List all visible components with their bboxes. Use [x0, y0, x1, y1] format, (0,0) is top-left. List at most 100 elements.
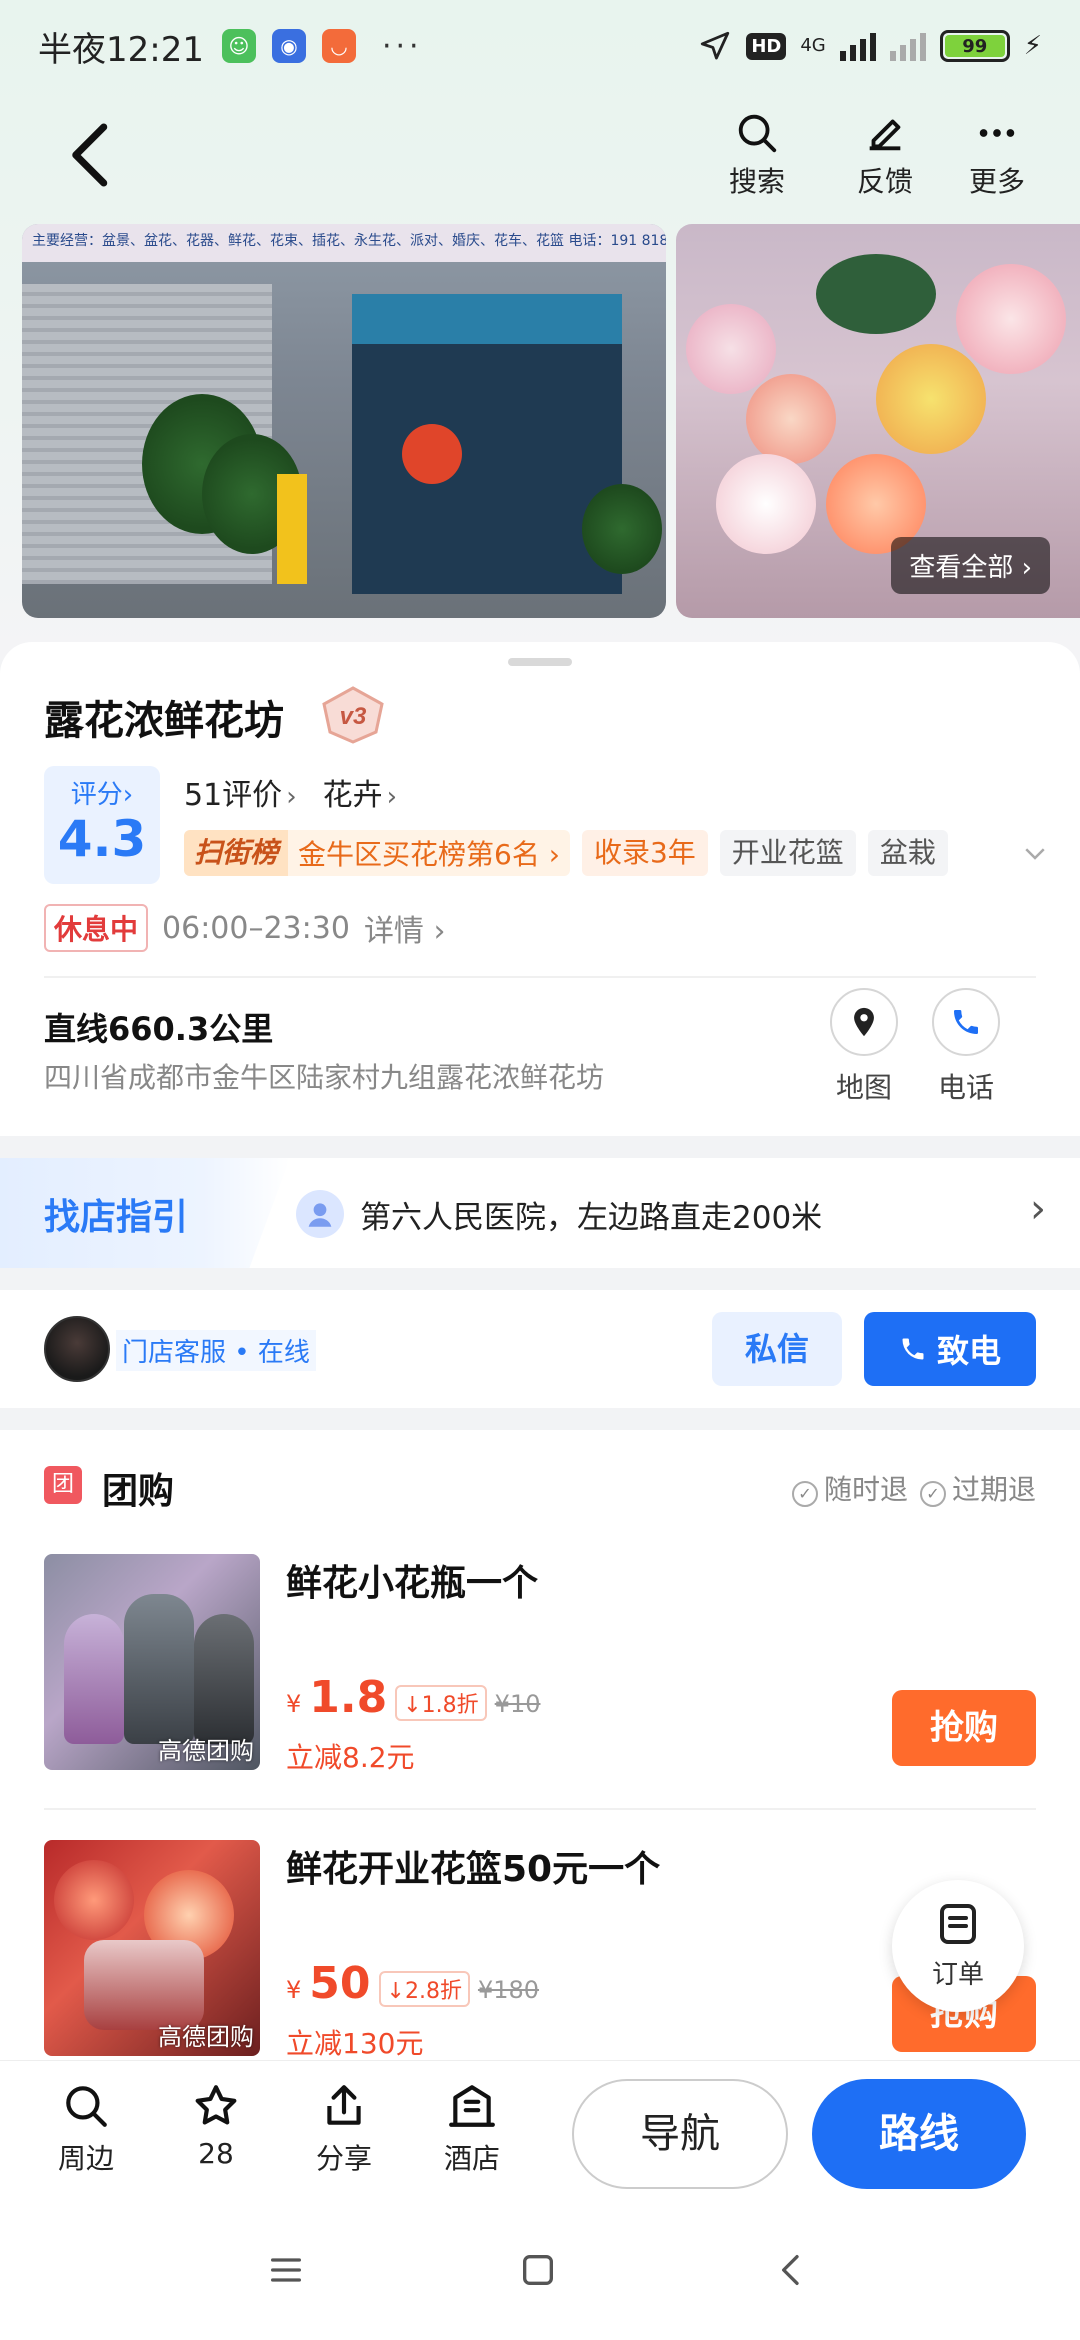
battery-icon: 99	[939, 30, 1010, 62]
meta-row: 51评价 › 花卉 ›	[184, 770, 397, 814]
store-guide[interactable]: 找店指引 第六人民医院，左边路直走200米 ›	[0, 1158, 1080, 1268]
guide-tab-label: 找店指引	[44, 1197, 189, 1238]
reviews-link[interactable]: 51评价 ›	[184, 770, 297, 814]
discount-badge: ↓1.8折	[395, 1685, 487, 1721]
flower-bouquet	[956, 264, 1066, 374]
status-bar: 半夜12:21 ☺ ◉ ◡ ··· HD 4G 99 ⚡	[0, 0, 1080, 92]
flower-bouquet	[876, 344, 986, 454]
menu-icon[interactable]	[266, 2250, 306, 2290]
order-list-icon	[940, 1904, 976, 1944]
home-icon[interactable]	[518, 2250, 558, 2290]
guide-tab: 找店指引	[0, 1158, 290, 1268]
level-badge-icon: v3	[322, 686, 384, 744]
nearby-label: 周边	[57, 2142, 114, 2175]
order-fab-button[interactable]: 订单	[892, 1880, 1024, 2012]
navigate-button[interactable]: 导航	[572, 2079, 788, 2189]
share-label: 分享	[315, 2142, 372, 2175]
watermark: 高德团购	[158, 1737, 254, 1765]
shop-sign: 主要经营：盆景、盆花、花器、鲜花、花束、插花、永生花、派对、婚庆、花车、花篮 电…	[22, 224, 666, 262]
network-type: 4G	[800, 35, 826, 56]
discount-text: 1.8折	[421, 1693, 479, 1718]
distance: 直线660.3公里	[44, 1010, 274, 1048]
hotel-button[interactable]: 酒店	[422, 2081, 522, 2177]
search-button[interactable]: 搜索	[702, 110, 812, 200]
back-icon[interactable]	[58, 120, 118, 190]
opening-hours: 06:00–23:30	[162, 910, 350, 946]
flower-bouquet	[686, 304, 776, 394]
deal-item[interactable]: 高德团购 鲜花小花瓶一个 ¥ 1.8 ↓1.8折 ¥10 立减8.2元 抢购	[44, 1554, 1036, 1774]
tag-opening-basket: 开业花篮	[719, 830, 856, 876]
deal-item[interactable]: 高德团购 鲜花开业花篮50元一个 ¥ 50 ↓2.8折 ¥180 立减130元 …	[44, 1840, 1036, 2060]
tag-potted: 盆栽	[867, 830, 948, 876]
savings: 立减8.2元	[286, 1741, 415, 1774]
search-label: 搜索	[728, 165, 785, 198]
view-all-photos-button[interactable]: 查看全部 ›	[891, 537, 1050, 594]
drag-handle[interactable]	[508, 658, 572, 666]
status-badge: 休息中	[44, 904, 149, 952]
guide-avatar-icon	[296, 1190, 344, 1238]
curtain-green	[816, 254, 936, 334]
feedback-label: 反馈	[856, 165, 913, 198]
policy-anytime: 随时退	[823, 1473, 908, 1506]
hours-row: 休息中 06:00–23:30 详情 ›	[44, 904, 445, 952]
chevron-down-icon[interactable]	[1020, 838, 1050, 868]
app-notification-icon: ◉	[271, 29, 306, 63]
deal-price: 1.8	[309, 1672, 388, 1723]
bottom-action-bar: 周边 28 分享 酒店 导航 路线	[0, 2060, 1080, 2206]
location-arrow-icon	[701, 31, 730, 60]
address[interactable]: 四川省成都市金牛区陆家村九组露花浓鲜花坊	[44, 1056, 604, 1096]
storefront-photo[interactable]: 主要经营：盆景、盆花、花器、鲜花、花束、插花、永生花、派对、婚庆、花车、花篮 电…	[22, 224, 666, 618]
category-label: 花卉	[322, 778, 383, 813]
share-icon	[327, 2085, 361, 2125]
phone-button[interactable]: 电话	[906, 988, 1026, 1106]
original-price: ¥10	[494, 1690, 541, 1718]
hd-badge: HD	[746, 32, 787, 60]
discount-badge: ↓2.8折	[378, 1971, 470, 2007]
deal-title: 鲜花小花瓶一个	[286, 1563, 539, 1604]
score-box[interactable]: 评分› 4.3	[44, 766, 160, 884]
search-icon	[738, 114, 777, 153]
customer-service-row: 门店客服 • 在线 私信 致电	[0, 1290, 1080, 1408]
avatar[interactable]	[44, 1316, 110, 1382]
deal-image-vase: 高德团购	[44, 1554, 260, 1770]
shop-curtain	[352, 294, 622, 344]
customer-service-label[interactable]: 门店客服 • 在线	[116, 1330, 316, 1371]
search-icon	[66, 2086, 107, 2127]
wechat-icon: ☺	[221, 29, 256, 63]
more-button[interactable]: 更多	[942, 110, 1052, 200]
reviews-count: 51评价	[184, 778, 283, 813]
private-message-button[interactable]: 私信	[712, 1312, 842, 1386]
divider	[44, 1808, 1036, 1810]
buy-button[interactable]: 抢购	[892, 1690, 1036, 1766]
chevron-right-icon: ›	[386, 782, 397, 812]
feedback-button[interactable]: 反馈	[830, 110, 940, 200]
shop-name: 露花浓鲜花坊	[44, 698, 284, 744]
deal-title: 鲜花开业花篮50元一个	[286, 1849, 661, 1890]
more-label: 更多	[968, 165, 1025, 198]
category-link[interactable]: 花卉 ›	[323, 770, 397, 814]
more-icon	[979, 129, 1015, 137]
hours-details-link[interactable]: 详情 ›	[364, 906, 446, 950]
flower-bouquet	[402, 424, 462, 484]
watermark: 高德团购	[158, 2023, 254, 2051]
back-nav-icon[interactable]	[772, 2250, 812, 2290]
signal-2-icon	[889, 31, 926, 61]
tag-years: 收录3年	[581, 830, 708, 876]
header-area: 半夜12:21 ☺ ◉ ◡ ··· HD 4G 99 ⚡ 搜索 反馈 更多 主要…	[0, 0, 1080, 660]
group-buy-icon: 团	[44, 1466, 82, 1504]
phone-icon	[954, 1010, 978, 1034]
phone-label: 电话	[937, 1071, 994, 1104]
system-nav-bar	[0, 2206, 1080, 2340]
hotel-label: 酒店	[443, 2142, 500, 2175]
nearby-button[interactable]: 周边	[36, 2081, 136, 2177]
pen-icon	[869, 119, 901, 151]
call-button[interactable]: 致电	[864, 1312, 1036, 1386]
price-row: ¥ 1.8 ↓1.8折 ¥10	[286, 1672, 540, 1723]
map-pin-icon	[854, 1007, 874, 1037]
rank-tag[interactable]: 扫街榜 金牛区买花榜第6名 ›	[184, 830, 570, 876]
interior-photo[interactable]: 查看全部 ›	[676, 224, 1080, 618]
route-button[interactable]: 路线	[812, 2079, 1026, 2189]
share-button[interactable]: 分享	[294, 2081, 394, 2177]
favorite-button[interactable]: 28	[166, 2081, 266, 2170]
deal-price: 50	[309, 1958, 371, 2009]
